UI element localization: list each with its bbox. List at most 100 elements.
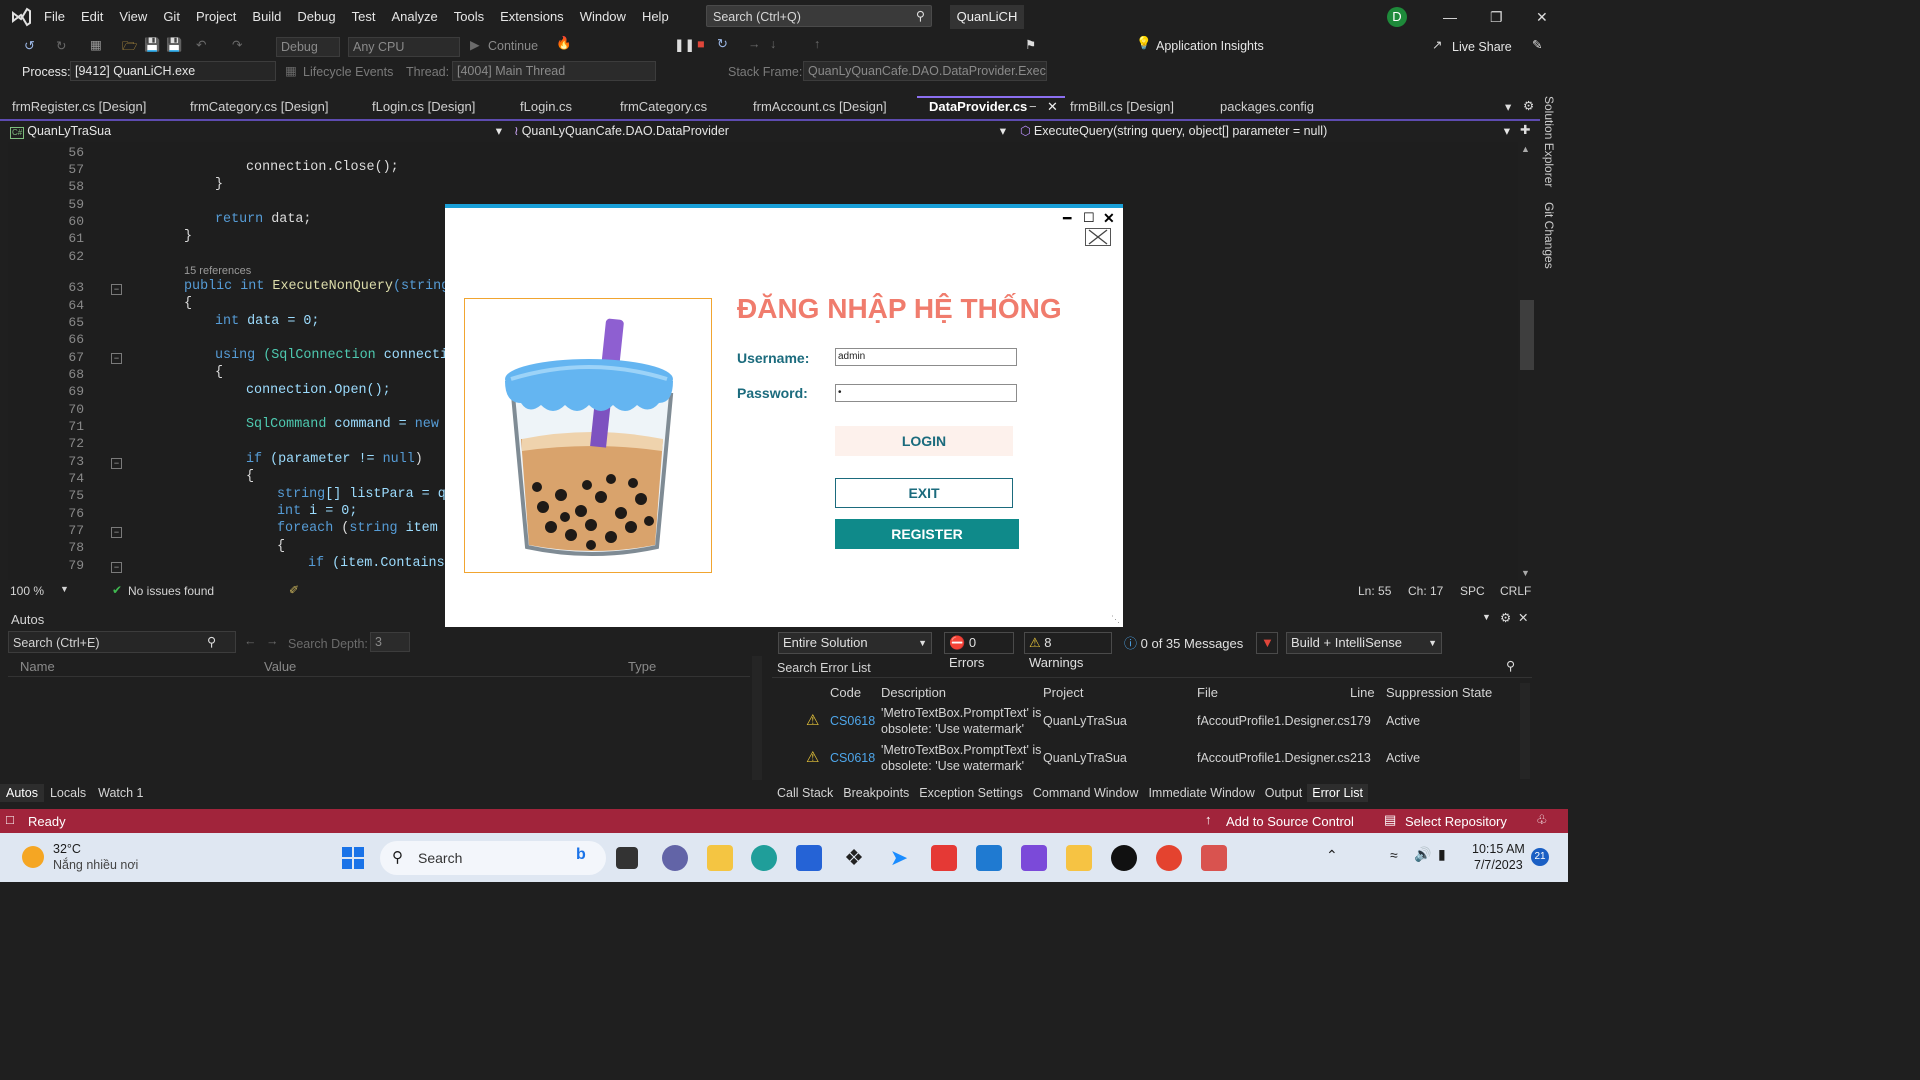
menu-analyze[interactable]: Analyze xyxy=(383,9,445,24)
tab-call-stack[interactable]: Call Stack xyxy=(772,784,838,802)
error-code[interactable]: CS0618 xyxy=(830,714,875,728)
minimize-icon[interactable]: — xyxy=(1443,9,1457,25)
thread-dropdown[interactable]: [4004] Main Thread xyxy=(452,61,656,81)
continue-icon[interactable]: ▶ xyxy=(470,37,480,52)
tab-output[interactable]: Output xyxy=(1260,784,1308,802)
search-depth-dropdown[interactable]: 3 xyxy=(370,632,410,652)
file-explorer-icon[interactable] xyxy=(707,845,733,871)
error-scrollbar[interactable] xyxy=(1520,683,1530,779)
line-position[interactable]: Ln: 55 xyxy=(1358,584,1391,598)
column-description[interactable]: Description xyxy=(881,685,946,700)
notification-badge[interactable]: 21 xyxy=(1531,848,1549,866)
collapse-icon[interactable]: − xyxy=(111,458,122,469)
stop-icon[interactable]: ■ xyxy=(697,37,705,51)
battery-icon[interactable]: ▮ xyxy=(1438,846,1446,863)
collapse-icon[interactable]: − xyxy=(111,284,122,295)
start-button[interactable] xyxy=(342,847,364,869)
open-folder-icon[interactable]: 🗁 xyxy=(122,37,138,58)
column-file[interactable]: File xyxy=(1197,685,1218,700)
teams-chat-icon[interactable] xyxy=(662,845,688,871)
search-forward-icon[interactable]: → xyxy=(266,634,279,648)
settings-icon[interactable]: ⚙ xyxy=(1523,98,1534,113)
editor-scrollbar-thumb[interactable] xyxy=(1520,300,1534,370)
dropbox-icon[interactable]: ❖ xyxy=(841,845,867,871)
add-to-source-control-button[interactable]: Add to Source Control xyxy=(1226,814,1354,829)
column-line[interactable]: Line xyxy=(1350,685,1375,700)
tab-locals[interactable]: Locals xyxy=(44,784,92,802)
column-position[interactable]: Ch: 17 xyxy=(1408,584,1443,598)
exit-button[interactable]: EXIT xyxy=(835,478,1013,508)
menu-edit[interactable]: Edit xyxy=(73,9,111,24)
tab-exception-settings[interactable]: Exception Settings xyxy=(914,784,1028,802)
visual-studio-logo-icon[interactable] xyxy=(10,6,32,31)
output-icon[interactable]: □ xyxy=(6,812,14,827)
tab-flogin-cs[interactable]: fLogin.cs xyxy=(508,96,572,118)
collapse-icon[interactable]: − xyxy=(111,353,122,364)
username-input[interactable]: admin xyxy=(835,348,1017,366)
vscode-insiders-icon[interactable]: ➤ xyxy=(886,845,912,871)
resize-grip-icon[interactable]: ⋱ xyxy=(1111,614,1120,625)
new-project-icon[interactable]: ▦ xyxy=(90,37,102,52)
live-share-button[interactable]: Live Share xyxy=(1452,40,1512,54)
pin-icon[interactable]: − xyxy=(1029,98,1037,116)
collapse-icon[interactable]: − xyxy=(111,527,122,538)
volume-icon[interactable]: 🔊 xyxy=(1414,846,1431,863)
restart-icon[interactable]: ↻ xyxy=(717,36,728,52)
menu-build[interactable]: Build xyxy=(244,9,289,24)
store-icon[interactable] xyxy=(796,845,822,871)
register-button[interactable]: REGISTER xyxy=(835,519,1019,549)
tab-list-icon[interactable]: ▾ xyxy=(1505,99,1511,114)
issues-status[interactable]: No issues found xyxy=(128,584,214,598)
weather-desc[interactable]: Nắng nhiều nơi xyxy=(53,858,138,872)
feedback-icon[interactable]: ✎ xyxy=(1532,37,1542,52)
task-view-icon[interactable] xyxy=(616,847,638,869)
taskbar-search[interactable]: ⚲ Search b xyxy=(380,841,606,875)
panel-dropdown-icon[interactable]: ▼ xyxy=(1482,612,1491,622)
undo-icon[interactable]: ↶ xyxy=(196,37,206,52)
password-input[interactable]: • xyxy=(835,384,1017,402)
step-out-icon[interactable]: ↑ xyxy=(814,37,820,51)
maximize-icon[interactable]: ☐ xyxy=(1083,210,1095,226)
messages-filter-button[interactable]: ⓘ 0 of 35 Messages xyxy=(1124,633,1243,652)
app-icon[interactable] xyxy=(1201,845,1227,871)
autos-scrollbar[interactable] xyxy=(752,656,762,780)
save-icon[interactable]: 💾 xyxy=(144,37,160,53)
table-row[interactable]: ⚠ CS0618 'MetroTextBox.PromptText' is ob… xyxy=(772,742,1512,778)
filter-icon[interactable]: ▼ xyxy=(1256,632,1278,654)
autos-search-input[interactable]: Search (Ctrl+E) ⚲ xyxy=(8,631,236,653)
split-editor-icon[interactable]: ✚ xyxy=(1520,122,1530,137)
tab-frmaccount-design[interactable]: frmAccount.cs [Design] xyxy=(741,96,887,118)
scroll-up-icon[interactable]: ▲ xyxy=(1521,144,1530,154)
select-repository-button[interactable]: Select Repository xyxy=(1405,814,1507,829)
back-icon[interactable]: ↺ xyxy=(24,38,35,54)
chrome-icon[interactable] xyxy=(1156,845,1182,871)
live-share-icon[interactable]: ↗ xyxy=(1432,37,1442,52)
whitespace-mode[interactable]: SPC xyxy=(1460,584,1485,598)
column-suppression-state[interactable]: Suppression State xyxy=(1386,685,1492,700)
tab-frmcategory-design[interactable]: frmCategory.cs [Design] xyxy=(178,96,328,118)
tab-flogin-design[interactable]: fLogin.cs [Design] xyxy=(360,96,475,118)
brush-icon[interactable]: ✐ xyxy=(289,583,299,597)
references-codelens[interactable]: 15 references xyxy=(184,265,251,277)
menu-file[interactable]: File xyxy=(36,9,73,24)
network-icon[interactable]: ≈ xyxy=(1390,847,1398,863)
menu-test[interactable]: Test xyxy=(344,9,384,24)
menu-tools[interactable]: Tools xyxy=(446,9,492,24)
tab-frmregister-design[interactable]: frmRegister.cs [Design] xyxy=(0,96,146,118)
pause-icon[interactable]: ❚❚ xyxy=(674,37,695,52)
tab-watch-1[interactable]: Watch 1 xyxy=(92,784,149,802)
tab-frmcategory-cs[interactable]: frmCategory.cs xyxy=(608,96,707,118)
vscode-icon[interactable] xyxy=(976,845,1002,871)
lifecycle-events-button[interactable]: Lifecycle Events xyxy=(303,65,393,79)
wps-office-icon[interactable] xyxy=(931,845,957,871)
notification-bell-icon[interactable]: ♧ xyxy=(1536,812,1548,828)
forward-icon[interactable]: ↻ xyxy=(56,38,66,53)
menu-window[interactable]: Window xyxy=(572,9,634,24)
menu-view[interactable]: View xyxy=(111,9,155,24)
close-panel-icon[interactable]: ✕ xyxy=(1518,610,1528,625)
pin-icon[interactable]: ⚙ xyxy=(1500,610,1511,625)
error-code[interactable]: CS0618 xyxy=(830,751,875,765)
clock-date[interactable]: 7/7/2023 xyxy=(1474,858,1523,872)
platform-dropdown[interactable]: Any CPU xyxy=(348,37,460,57)
close-button[interactable] xyxy=(1085,228,1111,246)
